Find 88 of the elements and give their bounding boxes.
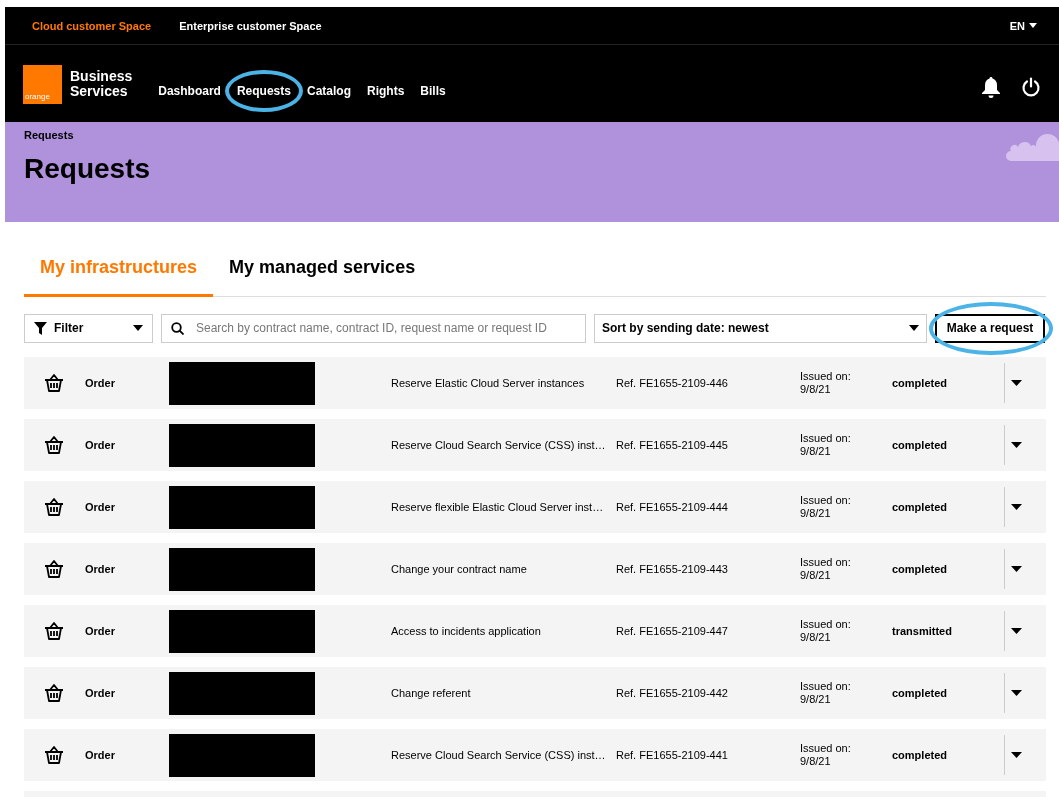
request-name: Reserve flexible Elastic Cloud Server inst… [391,501,605,513]
make-request-button[interactable]: Make a request [935,313,1045,343]
caret-icon[interactable] [1011,504,1022,510]
space-link[interactable]: Cloud customer Space [32,19,152,32]
nav-link[interactable]: Catalog [306,83,351,98]
request-name: Reserve Cloud Search Service (CSS) inst… [391,439,607,451]
issued-label: Issued on: [800,494,852,507]
request-type: Order [85,625,116,637]
caret-icon[interactable] [1011,442,1022,448]
issued-label: Issued on: [800,370,852,383]
caret-icon [133,325,143,331]
language-selector[interactable]: EN [1009,19,1037,32]
request-reference: Ref. FE1655-2109-443 [616,563,729,575]
search-icon [171,321,184,335]
request-status: completed [892,439,948,451]
issued-label: Issued on: [800,680,852,693]
request-status: completed [892,563,948,575]
filter-dropdown[interactable]: Filter [24,313,153,343]
issued-label: Issued on: [800,432,852,445]
request-type: Order [85,687,116,699]
request-status: completed [892,377,948,389]
request-row[interactable]: Order Reserve flexible Elastic Cloud Server inst… Ref. FE1655-2109-444 Issued on: 9/8/21 completed [24,481,1046,533]
cloud-icon [1005,131,1059,161]
request-reference: Ref. FE1655-2109-446 [616,377,729,389]
request-row[interactable]: Order Access to incidents application Ref. FE1655-2109-447 Issued on: 9/8/21 transmitted [24,605,1046,657]
request-status: completed [892,501,948,513]
filter-icon [34,321,47,335]
request-name: Change your contract name [391,563,528,575]
request-row[interactable]: Order Reserve Cloud Search Service (CSS) inst… Ref. FE1655-2109-441 Issued on: 9/8/21 completed [24,729,1046,781]
issued-date: 9/8/21 [800,755,832,768]
issued-date: 9/8/21 [800,383,832,396]
request-row[interactable]: Order Change referent Ref. FE1655-2109-442 Issued on: 9/8/21 completed [24,667,1046,719]
bell-icon[interactable] [981,75,1001,98]
caret-icon[interactable] [1011,752,1022,758]
basket-icon [44,436,64,454]
issued-label: Issued on: [800,742,852,755]
request-row[interactable]: Order Reserve Elastic Cloud Server instances Ref. FE1655-2109-446 Issued on: 9/8/21 completed [24,357,1046,409]
nav-link[interactable]: Bills [420,83,446,98]
caret-icon[interactable] [1011,566,1022,572]
request-type: Order [85,377,116,389]
caret-icon [909,325,919,331]
request-status: completed [892,749,948,761]
caret-icon[interactable] [1011,380,1022,386]
brand-name: Services [70,83,129,99]
request-reference: Ref. FE1655-2109-441 [616,749,729,761]
caret-icon[interactable] [1011,690,1022,696]
request-type: Order [85,439,116,451]
request-row[interactable]: Order Reserve Cloud Search Service (CSS) inst… Ref. FE1655-2109-445 Issued on: 9/8/21 completed [24,419,1046,471]
request-type: Order [85,563,116,575]
issued-date: 9/8/21 [800,631,832,644]
caret-icon [1029,23,1037,28]
page-title: Requests [24,153,152,185]
request-reference: Ref. FE1655-2109-447 [616,625,729,637]
basket-icon [44,374,64,392]
basket-icon [44,622,64,640]
request-type: Order [85,501,116,513]
request-name: Reserve Cloud Search Service (CSS) inst… [391,749,607,761]
request-status: transmitted [892,625,953,637]
nav-link[interactable]: Requests [236,83,291,98]
request-name: Access to incidents application [391,625,542,637]
brand-name: Business [70,68,133,84]
sort-dropdown[interactable]: Sort by sending date: newest [594,313,927,343]
basket-icon [44,560,64,578]
caret-icon[interactable] [1011,628,1022,634]
tab[interactable]: My managed services [213,248,432,297]
request-type: Order [85,749,116,761]
request-status: completed [892,687,948,699]
breadcrumb[interactable]: Requests [24,129,1040,141]
basket-icon [44,498,64,516]
basket-icon [44,684,64,702]
request-reference: Ref. FE1655-2109-444 [616,501,729,513]
basket-icon [44,746,64,764]
request-name: Reserve Elastic Cloud Server instances [391,377,586,389]
nav-link[interactable]: Rights [367,83,405,98]
issued-date: 9/8/21 [800,507,832,520]
space-link[interactable]: Enterprise customer Space [179,19,322,32]
request-row[interactable]: Order Change your contract name Ref. FE1655-2109-443 Issued on: 9/8/21 completed [24,543,1046,595]
issued-date: 9/8/21 [800,569,832,582]
request-reference: Ref. FE1655-2109-442 [616,687,729,699]
request-reference: Ref. FE1655-2109-445 [616,439,729,451]
search-field[interactable]: Search by contract name, contract ID, request name or request ID [161,313,586,343]
nav-link[interactable]: Dashboard [158,83,221,98]
issued-label: Issued on: [800,618,852,631]
issued-label: Issued on: [800,556,852,569]
issued-date: 9/8/21 [800,693,832,706]
issued-date: 9/8/21 [800,445,832,458]
request-name: Change referent [391,687,472,699]
power-icon[interactable] [1021,76,1041,97]
